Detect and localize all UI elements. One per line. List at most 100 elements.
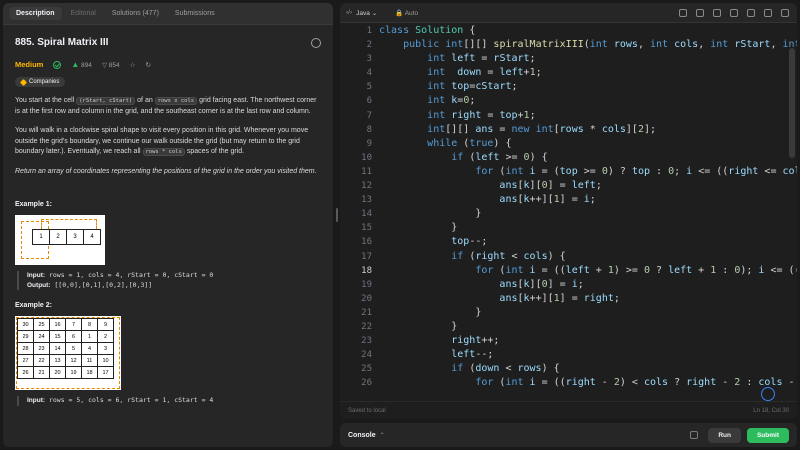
example-2-input: rows = 5, cols = 6, rStart = 1, cStart =…: [48, 396, 214, 404]
bookmark-icon[interactable]: [679, 8, 687, 17]
options-icon[interactable]: [311, 37, 321, 48]
likes-count: 894: [81, 62, 92, 69]
description-panel: Description Editorial Solutions (477) Su…: [3, 3, 333, 447]
code-line[interactable]: left--;: [379, 348, 797, 362]
code-line[interactable]: right++;: [379, 334, 797, 348]
grid-cell: 2: [49, 229, 67, 245]
star-icon[interactable]: ☆: [130, 61, 136, 69]
lock-icon: 🔒: [395, 9, 404, 17]
example-2-title: Example 2:: [15, 302, 52, 309]
cursor-position: Ln 18, Col 30: [753, 407, 789, 414]
code-line[interactable]: int k=0;: [379, 94, 797, 108]
fullscreen-icon[interactable]: [747, 8, 755, 17]
example-2-image: 30 25 16 7 8 9 29 24 15 6 1 2 28 23 14 5 4 3 27 22 13 12 11…: [15, 316, 121, 390]
submit-button[interactable]: Submit: [746, 427, 789, 443]
code-line[interactable]: while (true) {: [379, 137, 797, 151]
code-line[interactable]: }: [379, 221, 797, 235]
line-number: 15: [361, 223, 372, 234]
grid-row: 26 21 20 19 18 17: [17, 366, 114, 379]
code-line[interactable]: ans[k++][1] = right;: [379, 292, 797, 306]
p1-code-1: (rStart, cStart): [76, 97, 136, 105]
code-line[interactable]: if (left >= 0) {: [379, 151, 797, 165]
run-button[interactable]: Run: [708, 427, 741, 443]
tab-solutions[interactable]: Solutions (477): [105, 7, 166, 20]
description-tabs: Description Editorial Solutions (477) Su…: [3, 3, 333, 25]
code-line[interactable]: }: [379, 207, 797, 221]
chat-assistant-icon[interactable]: [761, 387, 775, 401]
line-number: 7: [366, 110, 372, 121]
like-button[interactable]: ▲ 894: [71, 60, 92, 69]
companies-tag[interactable]: Companies: [15, 77, 66, 87]
code-line[interactable]: int down = left+1;: [379, 66, 797, 80]
grid-cell: 20: [49, 366, 66, 379]
dislike-button[interactable]: ▽ 854: [102, 61, 120, 69]
code-line[interactable]: ans[k++][1] = i;: [379, 193, 797, 207]
code-line[interactable]: if (down < rows) {: [379, 362, 797, 376]
line-number: 18: [361, 265, 372, 276]
line-number: 16: [361, 237, 372, 248]
chevron-up-icon[interactable]: ⌃: [380, 432, 385, 439]
code-line[interactable]: ans[k][0] = i;: [379, 278, 797, 292]
code-line[interactable]: for (int i = ((right - 2) < cols ? right…: [379, 376, 797, 390]
language-label: Java: [356, 9, 370, 17]
thumbs-up-icon: ▲: [71, 60, 80, 69]
note-icon[interactable]: [696, 8, 704, 17]
console-bar: Console ⌃ Run Submit: [340, 423, 797, 447]
code-line[interactable]: for (int i = ((left + 1) >= 0 ? left + 1…: [379, 264, 797, 278]
line-number: 13: [361, 195, 372, 206]
line-number: 21: [361, 307, 372, 318]
difficulty-badge: Medium: [15, 60, 44, 69]
code-icon: ‹/›: [346, 9, 353, 16]
code-line[interactable]: class Solution {: [379, 24, 797, 38]
line-number: 17: [361, 251, 372, 262]
p1-text-b: of an: [135, 97, 155, 104]
settings-icon[interactable]: [764, 8, 772, 17]
code-line[interactable]: int right = top+1;: [379, 109, 797, 123]
editor-scrollbar[interactable]: [789, 48, 795, 158]
problem-title-row: 885. Spiral Matrix III: [15, 37, 321, 48]
code-line[interactable]: int top=cStart;: [379, 80, 797, 94]
code-line[interactable]: if (right < cols) {: [379, 250, 797, 264]
tab-submissions[interactable]: Submissions: [168, 7, 222, 20]
console-toggle[interactable]: Console: [348, 432, 376, 439]
expand-icon[interactable]: [781, 8, 789, 17]
problem-meta: Medium ▲ 894 ▽ 854 ☆ ↻: [15, 60, 321, 69]
line-number: 3: [366, 54, 372, 65]
code-line[interactable]: for (int i = (top >= 0) ? top : 0; i <= …: [379, 165, 797, 179]
description-paragraph-3: Return an array of coordinates represent…: [15, 167, 317, 175]
code-line[interactable]: int left = rStart;: [379, 52, 797, 66]
dislikes-count: 854: [108, 61, 120, 69]
language-select[interactable]: Java ⌄: [356, 9, 377, 17]
tab-description[interactable]: Description: [9, 7, 62, 20]
code-line[interactable]: ans[k][0] = left;: [379, 179, 797, 193]
debug-icon[interactable]: [690, 431, 699, 439]
line-number: 11: [361, 166, 372, 177]
line-number: 10: [361, 152, 372, 163]
autocomplete-toggle[interactable]: 🔒 Auto: [395, 9, 418, 17]
code-lines[interactable]: class Solution { public int[][] spiralMa…: [379, 24, 797, 390]
grid-cell: 4: [83, 229, 101, 245]
code-line[interactable]: public int[][] spiralMatrixIII(int rows,…: [379, 38, 797, 52]
code-line[interactable]: top--;: [379, 235, 797, 249]
reset-icon[interactable]: [730, 8, 738, 17]
example-1-output-line: Output: [[0,0],[0,1],[0,2],[0,3]]: [27, 281, 321, 291]
tab-editorial[interactable]: Editorial: [64, 7, 103, 20]
line-number: 24: [361, 350, 372, 361]
code-line[interactable]: }: [379, 320, 797, 334]
p1-code-2: rows x cols: [154, 97, 198, 105]
line-number: 12: [361, 181, 372, 192]
example-1-title: Example 1:: [15, 201, 52, 208]
line-number: 23: [361, 336, 372, 347]
share-icon[interactable]: ↻: [145, 61, 150, 69]
problem-title: 885. Spiral Matrix III: [15, 37, 109, 48]
grid-cell: 19: [65, 366, 82, 379]
code-line[interactable]: int[][] ans = new int[rows * cols][2];: [379, 123, 797, 137]
line-number: 22: [361, 321, 372, 332]
line-number: 14: [361, 209, 372, 220]
line-number: 26: [361, 378, 372, 389]
example-1-grid: 1 2 3 4: [32, 229, 101, 245]
code-area[interactable]: 1 2 3 4 5 6 7 8 9 10 11 12 13 14 15 16 17 18 19 20 21 22 23 24 2…: [340, 24, 797, 402]
braces-icon[interactable]: [713, 8, 721, 17]
code-line[interactable]: }: [379, 306, 797, 320]
line-number: 20: [361, 293, 372, 304]
